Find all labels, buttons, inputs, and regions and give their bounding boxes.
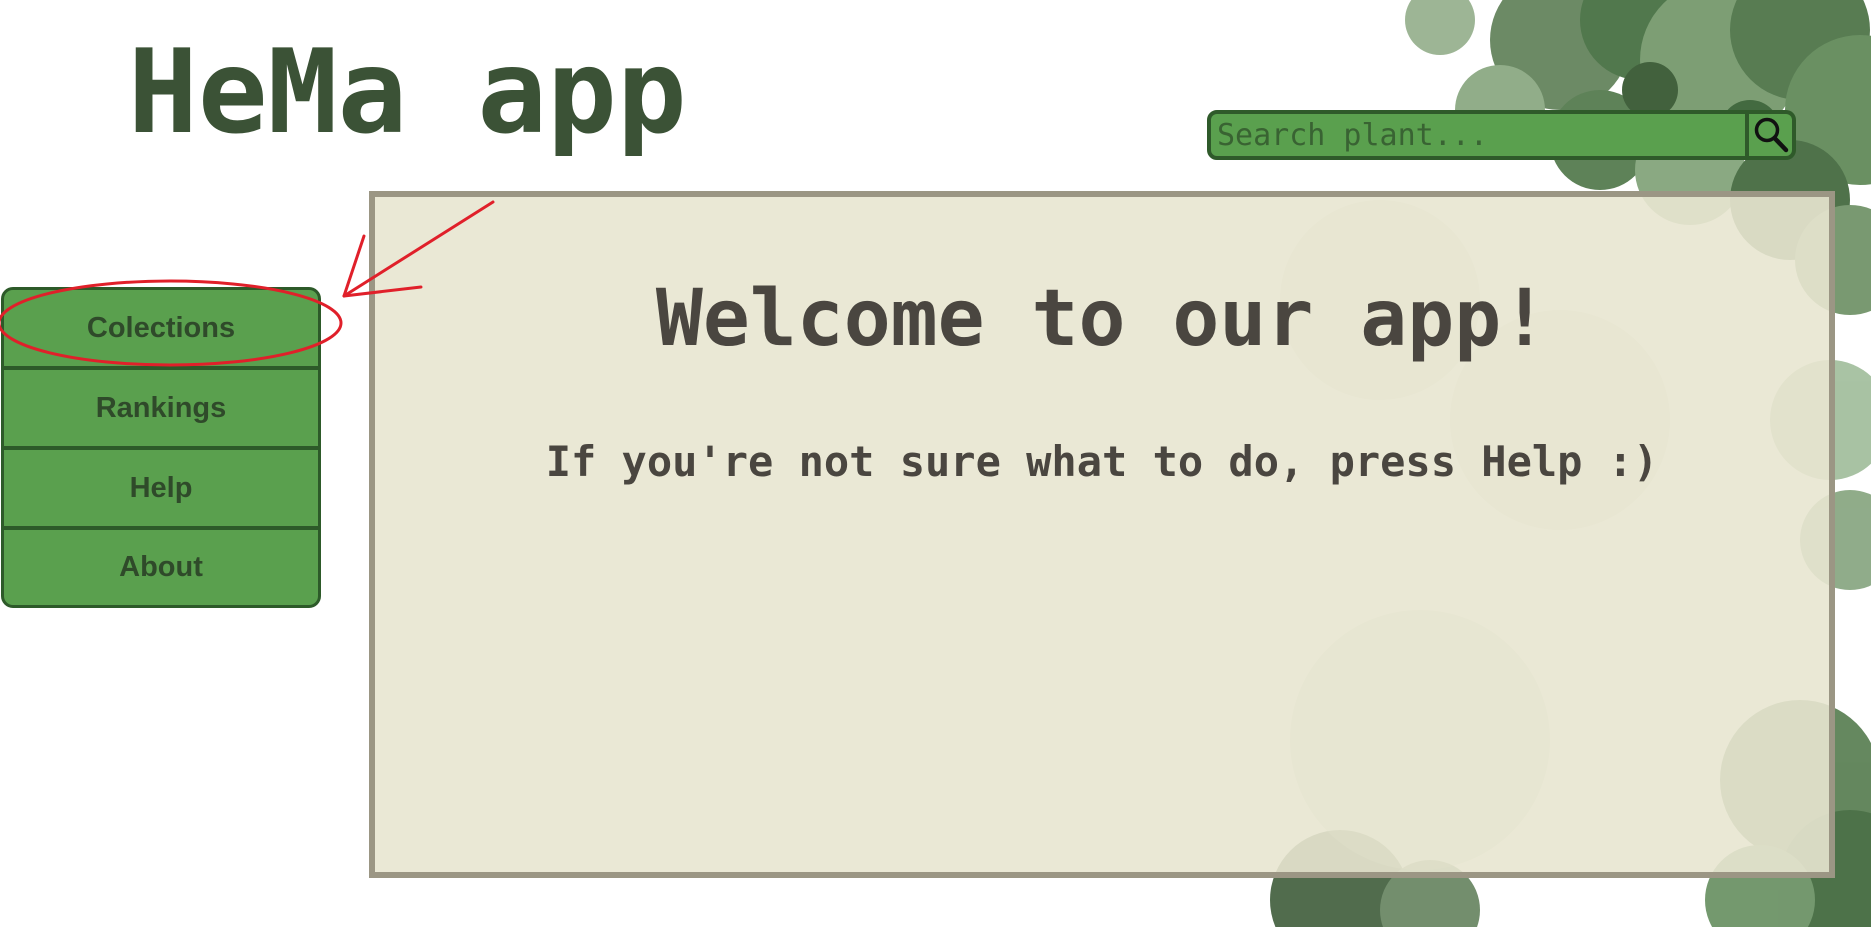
sidebar-nav: Colections Rankings Help About bbox=[1, 287, 321, 608]
search-bar bbox=[1207, 110, 1796, 160]
search-input[interactable] bbox=[1207, 110, 1749, 160]
sidebar-item-help[interactable]: Help bbox=[4, 450, 318, 530]
welcome-subtitle: If you're not sure what to do, press Hel… bbox=[545, 437, 1659, 486]
sidebar-item-rankings[interactable]: Rankings bbox=[4, 370, 318, 450]
app-title: HeMa app bbox=[128, 25, 687, 160]
sidebar-item-about[interactable]: About bbox=[4, 530, 318, 605]
welcome-heading: Welcome to our app! bbox=[655, 274, 1549, 364]
welcome-panel: Welcome to our app! If you're not sure w… bbox=[369, 191, 1835, 878]
search-icon bbox=[1754, 117, 1788, 153]
search-button[interactable] bbox=[1749, 110, 1796, 160]
sidebar-item-colections[interactable]: Colections bbox=[4, 290, 318, 370]
